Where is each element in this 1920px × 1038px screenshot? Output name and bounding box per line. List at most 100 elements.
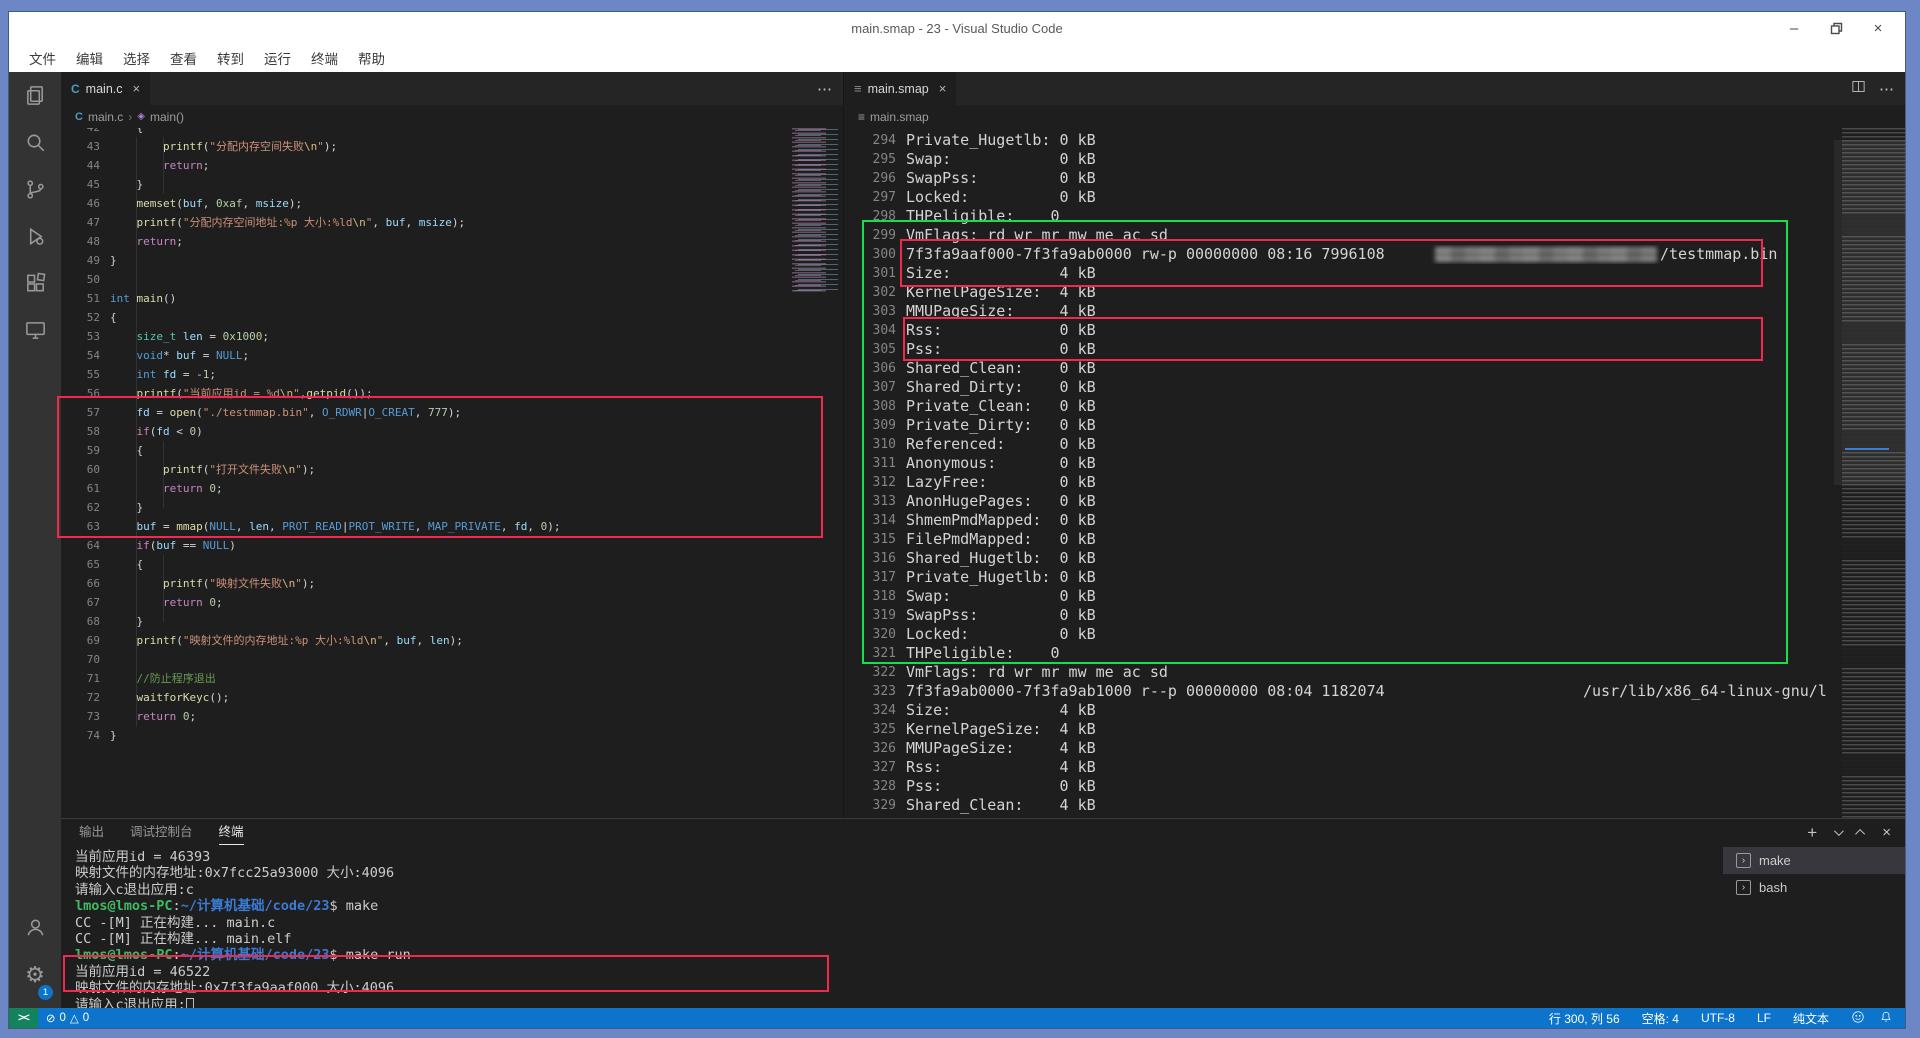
panel-tab[interactable]: 调试控制台 bbox=[130, 821, 193, 844]
extensions-icon[interactable] bbox=[9, 260, 61, 307]
status-item[interactable]: LF bbox=[1757, 1011, 1771, 1025]
smap-line: 306Shared_Clean: 0 kB bbox=[844, 359, 1905, 378]
line-number: 312 bbox=[844, 473, 896, 492]
minimap-slider[interactable] bbox=[1842, 140, 1905, 485]
restore-icon[interactable] bbox=[1815, 12, 1857, 44]
c-language-icon: C bbox=[71, 82, 80, 96]
scrollbar[interactable] bbox=[1834, 140, 1842, 485]
more-actions-icon[interactable]: ⋯ bbox=[1879, 80, 1895, 98]
status-item[interactable]: 行 300, 列 56 bbox=[1549, 1010, 1620, 1027]
error-count: 0 bbox=[60, 1012, 66, 1024]
tab-main-c[interactable]: C main.c × bbox=[61, 72, 150, 105]
tab-main-smap[interactable]: ≡ main.smap × bbox=[844, 72, 956, 105]
file-list-icon: ≡ bbox=[854, 81, 862, 96]
menu-item[interactable]: 终端 bbox=[301, 44, 348, 72]
smap-line: 316Shared_Hugetlb: 0 kB bbox=[844, 549, 1905, 568]
code-line: 49} bbox=[61, 251, 843, 270]
line-number: 329 bbox=[844, 796, 896, 815]
terminal-dropdown-icon[interactable] bbox=[1834, 826, 1844, 836]
mapped-file-path: /usr/lib/x86_64-linux-gnu/l bbox=[1583, 682, 1827, 701]
breadcrumb-left[interactable]: C main.c › ◈ main() bbox=[61, 105, 843, 128]
menu-item[interactable]: 编辑 bbox=[66, 44, 113, 72]
code-editor-main-c[interactable]: 42 {43 printf("分配内存空间失败\n");44 return;45… bbox=[61, 128, 843, 818]
close-panel-icon[interactable]: × bbox=[1882, 824, 1891, 841]
notifications-bell-icon[interactable] bbox=[1879, 1010, 1893, 1027]
menu-item[interactable]: 运行 bbox=[254, 44, 301, 72]
mapped-file-path: /testmmap.bin bbox=[1660, 245, 1777, 264]
source-control-icon[interactable] bbox=[9, 166, 61, 213]
split-editor-icon[interactable] bbox=[1851, 79, 1866, 99]
settings-gear-icon[interactable]: ⚙ 1 bbox=[9, 951, 61, 998]
status-bar: >< ⊘ 0 △ 0 行 300, 列 56 空格: 4 UTF-8 LF 纯文本 bbox=[9, 1008, 1905, 1028]
line-number: 318 bbox=[844, 587, 896, 606]
smap-line: 320Locked: 0 kB bbox=[844, 625, 1905, 644]
remote-explorer-icon[interactable] bbox=[9, 307, 61, 354]
minimize-icon[interactable]: – bbox=[1773, 12, 1815, 44]
code-line: 64 if(buf == NULL) bbox=[61, 536, 843, 555]
menu-item[interactable]: 查看 bbox=[160, 44, 207, 72]
menu-item[interactable]: 选择 bbox=[113, 44, 160, 72]
more-actions-icon[interactable]: ⋯ bbox=[817, 80, 833, 98]
warning-count: 0 bbox=[83, 1012, 89, 1024]
smap-line: 325KernelPageSize: 4 kB bbox=[844, 720, 1905, 739]
c-language-icon: C bbox=[75, 111, 83, 123]
editor-group-right: ≡ main.smap × ⋯ ≡ main.smap bbox=[843, 72, 1905, 818]
symbol-icon: ◈ bbox=[137, 111, 145, 122]
smap-line: 307Shared_Dirty: 0 kB bbox=[844, 378, 1905, 397]
breadcrumb-file[interactable]: main.smap bbox=[870, 110, 929, 124]
terminal-line: 映射文件的内存地址:0x7f3fa9aaf000 大小:4096 bbox=[75, 980, 1723, 996]
search-icon[interactable] bbox=[9, 119, 61, 166]
breadcrumb-file[interactable]: main.c bbox=[88, 110, 123, 124]
code-line: 52{ bbox=[61, 308, 843, 327]
line-number: 306 bbox=[844, 359, 896, 378]
minimap[interactable] bbox=[1842, 128, 1905, 818]
line-number: 53 bbox=[61, 327, 100, 346]
smap-line: 324Size: 4 kB bbox=[844, 701, 1905, 720]
window-title: main.smap - 23 - Visual Studio Code bbox=[851, 21, 1062, 36]
title-bar: main.smap - 23 - Visual Studio Code – × bbox=[9, 12, 1905, 44]
menu-item[interactable]: 帮助 bbox=[348, 44, 395, 72]
maximize-panel-icon[interactable] bbox=[1855, 829, 1865, 839]
line-number: 47 bbox=[61, 213, 100, 232]
new-terminal-icon[interactable]: + bbox=[1807, 824, 1817, 841]
line-number: 313 bbox=[844, 492, 896, 511]
minimap-current-line bbox=[1845, 448, 1889, 450]
menu-item[interactable]: 转到 bbox=[207, 44, 254, 72]
line-number: 315 bbox=[844, 530, 896, 549]
line-number: 65 bbox=[61, 555, 100, 574]
breadcrumb-right[interactable]: ≡ main.smap bbox=[844, 105, 1905, 128]
remote-indicator[interactable]: >< bbox=[9, 1008, 38, 1028]
tab-close-icon[interactable]: × bbox=[133, 81, 141, 96]
terminal-output[interactable]: 当前应用id = 46393映射文件的内存地址:0x7fcc25a93000 大… bbox=[61, 847, 1723, 1008]
run-debug-icon[interactable] bbox=[9, 213, 61, 260]
problems-indicator[interactable]: ⊘ 0 △ 0 bbox=[38, 1011, 97, 1025]
panel-tab[interactable]: 输出 bbox=[79, 821, 104, 844]
line-number: 54 bbox=[61, 346, 100, 365]
line-number: 63 bbox=[61, 517, 100, 536]
code-editor-main-smap[interactable]: 294Private_Hugetlb: 0 kB295Swap: 0 kB296… bbox=[844, 128, 1905, 818]
tab-close-icon[interactable]: × bbox=[939, 81, 947, 96]
code-line: 48 return; bbox=[61, 232, 843, 251]
breadcrumb-symbol[interactable]: main() bbox=[150, 110, 184, 124]
minimap[interactable] bbox=[792, 128, 839, 294]
status-item[interactable]: 纯文本 bbox=[1793, 1010, 1829, 1027]
status-item[interactable]: UTF-8 bbox=[1701, 1011, 1735, 1025]
panel-tab[interactable]: 终端 bbox=[219, 821, 244, 845]
line-number: 69 bbox=[61, 631, 100, 650]
smap-line: 299VmFlags: rd wr mr mw me ac sd bbox=[844, 226, 1905, 245]
terminal-instance-bash[interactable]: ›bash bbox=[1723, 874, 1905, 901]
smap-line: 304Rss: 0 kB bbox=[844, 321, 1905, 340]
smap-line: 329Shared_Clean: 4 kB bbox=[844, 796, 1905, 815]
code-line: 42 { bbox=[61, 128, 843, 137]
line-number: 67 bbox=[61, 593, 100, 612]
line-number: 308 bbox=[844, 397, 896, 416]
explorer-icon[interactable] bbox=[9, 72, 61, 119]
menu-item[interactable]: 文件 bbox=[19, 44, 66, 72]
status-item[interactable]: 空格: 4 bbox=[1642, 1010, 1679, 1027]
terminal-instance-make[interactable]: ›make bbox=[1723, 847, 1905, 874]
smap-line: 308Private_Clean: 0 kB bbox=[844, 397, 1905, 416]
account-icon[interactable] bbox=[9, 904, 61, 951]
close-icon[interactable]: × bbox=[1857, 12, 1899, 44]
smap-line: 294Private_Hugetlb: 0 kB bbox=[844, 131, 1905, 150]
feedback-smiley-icon[interactable] bbox=[1851, 1010, 1865, 1027]
